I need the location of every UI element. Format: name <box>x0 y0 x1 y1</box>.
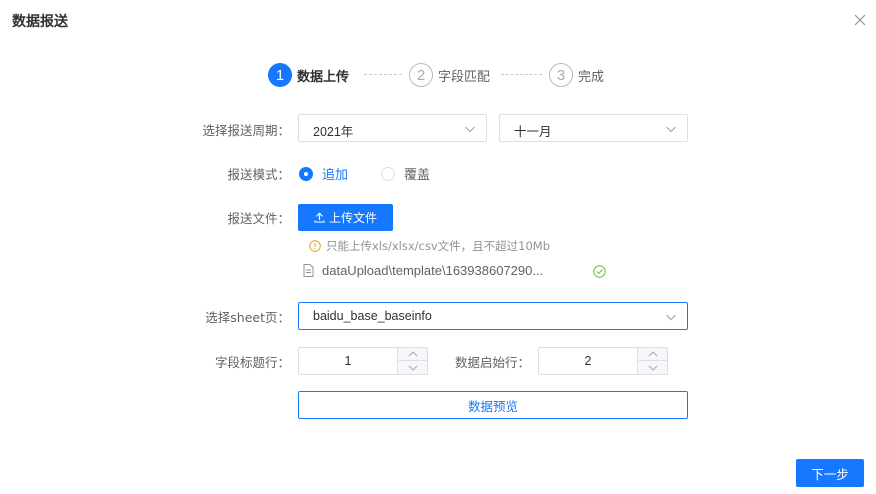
upload-file-label: 上传文件 <box>328 211 377 225</box>
radio-unchecked-icon <box>381 166 395 181</box>
step-1: 1 数据上传 <box>268 63 349 87</box>
step-1-label: 数据上传 <box>297 69 350 85</box>
warning-icon <box>309 240 321 252</box>
start-row-increase[interactable] <box>638 348 667 361</box>
chevron-up-icon <box>648 351 657 357</box>
year-select[interactable]: 2021年 <box>298 114 487 142</box>
sheet-select-value: baidu_base_baseinfo <box>313 309 432 323</box>
step-2: 2 字段匹配 <box>409 63 490 87</box>
start-row-label: 数据启始行： <box>454 355 530 370</box>
period-label: 选择报送周期： <box>202 123 290 138</box>
uploaded-file-name: dataUpload\template\163938607290... <box>322 263 544 278</box>
start-row-stepper <box>637 348 667 374</box>
step-connector <box>501 74 542 75</box>
step-1-number: 1 <box>268 63 292 87</box>
sheet-label: 选择sheet页： <box>205 310 290 325</box>
header-row-label: 字段标题行： <box>214 355 290 370</box>
radio-append-label: 追加 <box>322 168 349 183</box>
radio-overwrite-label: 覆盖 <box>404 168 431 183</box>
header-row-decrease[interactable] <box>398 361 427 374</box>
step-3-label: 完成 <box>578 69 605 85</box>
header-row-input[interactable]: 1 <box>298 347 428 375</box>
steps-bar: 1 数据上传 2 字段匹配 3 完成 <box>268 63 628 87</box>
check-circle-icon <box>593 265 606 278</box>
upload-tip: 只能上传xls/xlsx/csv文件，且不超过10Mb <box>309 238 550 254</box>
chevron-down-icon <box>408 365 417 371</box>
radio-append[interactable]: 追加 <box>299 164 348 183</box>
step-3: 3 完成 <box>549 63 604 87</box>
next-step-button[interactable]: 下一步 <box>796 459 864 487</box>
data-preview-button[interactable]: 数据预览 <box>298 391 688 419</box>
close-button[interactable] <box>852 12 868 28</box>
chevron-down-icon <box>666 126 676 133</box>
year-select-value: 2021年 <box>313 125 354 139</box>
month-select[interactable]: 十一月 <box>499 114 688 142</box>
step-connector <box>364 74 402 75</box>
close-icon <box>854 14 866 26</box>
header-row-stepper <box>397 348 427 374</box>
chevron-up-icon <box>408 351 417 357</box>
start-row-input[interactable]: 2 <box>538 347 668 375</box>
file-label: 报送文件： <box>227 211 290 226</box>
step-2-number: 2 <box>409 63 433 87</box>
sheet-select[interactable]: baidu_base_baseinfo <box>298 302 688 330</box>
upload-tip-text: 只能上传xls/xlsx/csv文件，且不超过10Mb <box>326 239 551 253</box>
dialog-title: 数据报送 <box>12 14 68 30</box>
header-row-value: 1 <box>344 354 352 368</box>
header-row-increase[interactable] <box>398 348 427 361</box>
upload-file-button[interactable]: 上传文件 <box>298 204 393 231</box>
upload-icon <box>314 212 325 223</box>
step-3-number: 3 <box>549 63 573 87</box>
month-select-value: 十一月 <box>514 125 552 139</box>
chevron-down-icon <box>648 365 657 371</box>
uploaded-file-item[interactable]: dataUpload\template\163938607290... <box>303 263 608 278</box>
document-icon <box>303 264 314 277</box>
start-row-decrease[interactable] <box>638 361 667 374</box>
step-2-label: 字段匹配 <box>438 69 491 85</box>
chevron-down-icon <box>465 126 475 133</box>
start-row-value: 2 <box>584 354 592 368</box>
radio-overwrite[interactable]: 覆盖 <box>381 164 430 183</box>
chevron-down-icon <box>666 314 676 321</box>
mode-label: 报送模式： <box>227 167 290 182</box>
radio-checked-icon <box>299 166 313 181</box>
